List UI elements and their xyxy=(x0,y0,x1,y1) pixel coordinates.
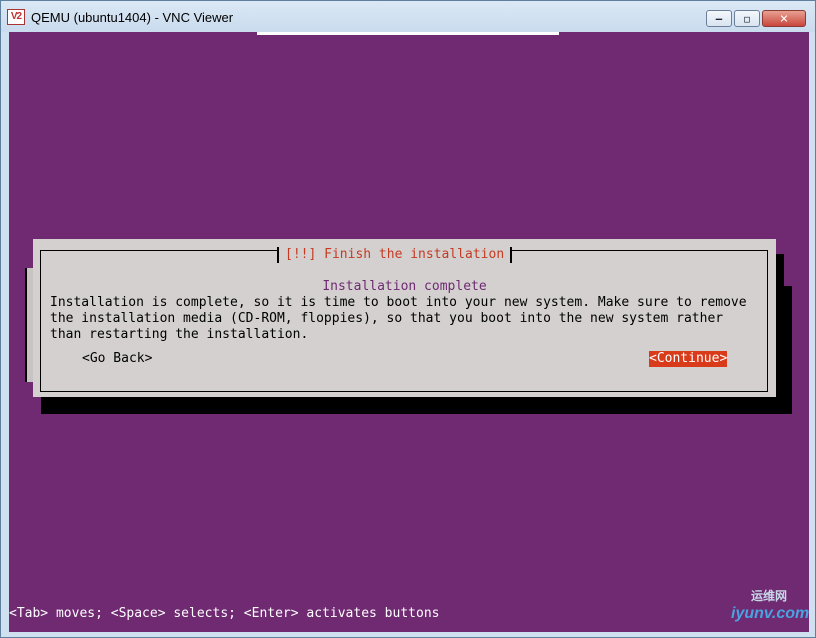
right-shadow xyxy=(776,254,784,286)
status-line: <Tab> moves; <Space> selects; <Enter> ac… xyxy=(9,606,440,621)
maximize-icon: ▫ xyxy=(743,12,751,25)
dialog-title: [!!] Finish the installation xyxy=(277,247,513,263)
watermark-cn: 运维网 xyxy=(751,589,788,603)
minimize-icon: ‒ xyxy=(715,12,723,25)
title-bar[interactable]: V2 QEMU (ubuntu1404) - VNC Viewer ‒ ▫ ✕ xyxy=(1,1,815,32)
close-icon: ✕ xyxy=(779,12,789,25)
finish-installation-dialog: [!!] Finish the installation Installatio… xyxy=(33,239,776,397)
minimize-button[interactable]: ‒ xyxy=(706,10,732,27)
vnc-viewer-window: V2 QEMU (ubuntu1404) - VNC Viewer ‒ ▫ ✕ … xyxy=(0,0,816,638)
vnc-screen[interactable]: [!!] Finish the installation Installatio… xyxy=(9,32,809,632)
close-button[interactable]: ✕ xyxy=(762,10,806,27)
top-bar-fragment xyxy=(257,32,559,35)
window-controls: ‒ ▫ ✕ xyxy=(706,10,806,27)
continue-button[interactable]: <Continue> xyxy=(649,351,728,367)
watermark-text: iyunv.com xyxy=(731,605,810,622)
go-back-button[interactable]: <Go Back> xyxy=(82,351,152,367)
right-shadow-lower xyxy=(776,286,792,402)
dialog-subtitle: Installation complete xyxy=(322,279,487,294)
bottom-shadow xyxy=(41,397,792,414)
watermark-logo: 运维网 iyunv.com xyxy=(709,585,809,631)
app-icon: V2 xyxy=(7,9,25,25)
dialog-message: Installation is complete, so it is time … xyxy=(50,295,747,342)
window-title: QEMU (ubuntu1404) - VNC Viewer xyxy=(31,10,234,25)
maximize-button[interactable]: ▫ xyxy=(734,10,760,27)
